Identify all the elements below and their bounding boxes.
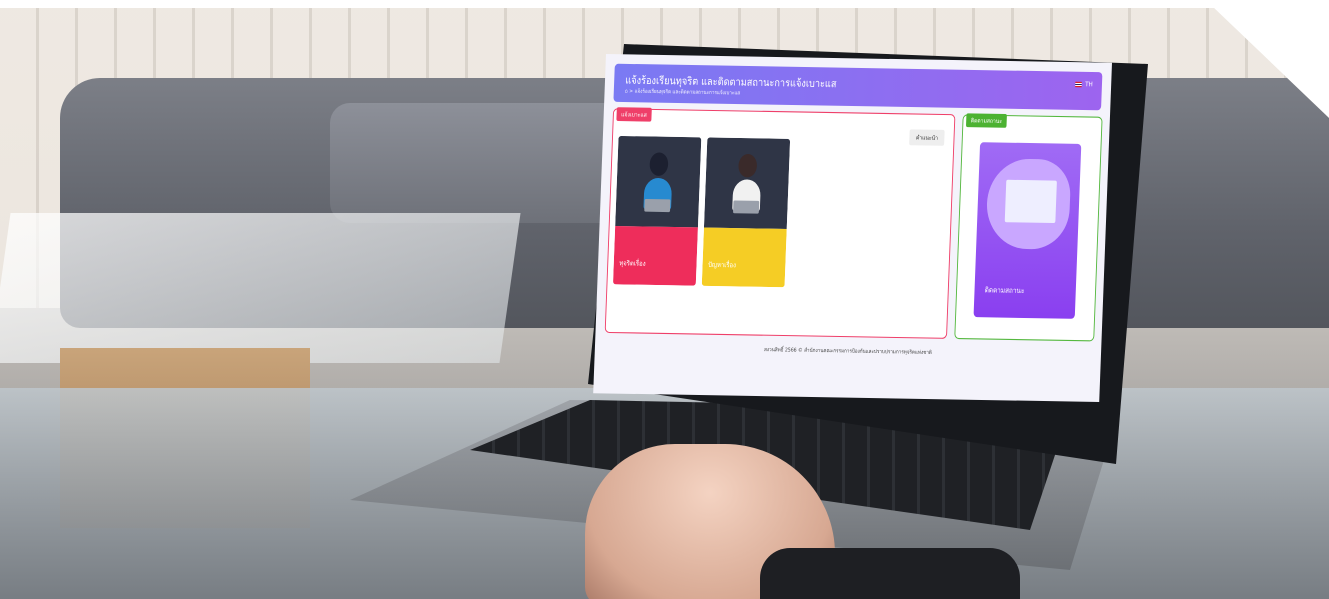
footer-text: สงวนสิทธิ์ 2566 © สำนักงานคณะกรรมการป้อง… xyxy=(763,346,932,356)
glass-table xyxy=(0,213,521,363)
card-footer: ปัญหาเรื่อง xyxy=(701,227,787,288)
tracking-tag: ติดตามสถานะ xyxy=(965,113,1007,128)
report-corruption-card[interactable]: ทุจริตเรื่อง xyxy=(612,135,702,286)
page-header: แจ้งร้องเรียนทุจริต และติดตามสถานะการแจ้… xyxy=(613,63,1103,111)
help-button[interactable]: คำแนะนำ xyxy=(909,129,945,146)
track-status-card[interactable]: ติดตามสถานะ xyxy=(973,142,1082,319)
user-illustration xyxy=(703,137,791,229)
hacker-illustration xyxy=(615,135,702,228)
tracking-panel: ติดตามสถานะ ติดตามสถานะ xyxy=(954,113,1103,342)
web-page: แจ้งร้องเรียนทุจริต และติดตามสถานะการแจ้… xyxy=(593,54,1112,402)
dashboard-illustration xyxy=(1004,179,1057,224)
language-switcher[interactable]: TH xyxy=(1075,80,1093,88)
laptop-icon xyxy=(733,200,760,214)
breadcrumb[interactable]: ⌂ > แจ้งร้องเรียนทุจริต และติดตามสถานะกา… xyxy=(625,87,741,97)
card-label: ปัญหาเรื่อง xyxy=(707,261,737,270)
sleeve xyxy=(760,548,1020,599)
thai-flag-icon xyxy=(1075,81,1082,87)
track-status-label: ติดตามสถานะ xyxy=(984,285,1025,296)
report-tag: แจ้งเบาะแส xyxy=(616,107,652,122)
report-panel: แจ้งเบาะแส คำแนะนำ ทุจริตเรื่อง ปัญหาเรื… xyxy=(604,107,956,339)
person-head xyxy=(738,153,758,178)
person-head xyxy=(649,152,669,176)
card-label: ทุจริตเรื่อง xyxy=(619,259,646,268)
language-label: TH xyxy=(1085,80,1093,88)
report-problem-card[interactable]: ปัญหาเรื่อง xyxy=(701,137,791,288)
card-footer: ทุจริตเรื่อง xyxy=(612,225,698,286)
laptop-icon xyxy=(644,198,671,213)
